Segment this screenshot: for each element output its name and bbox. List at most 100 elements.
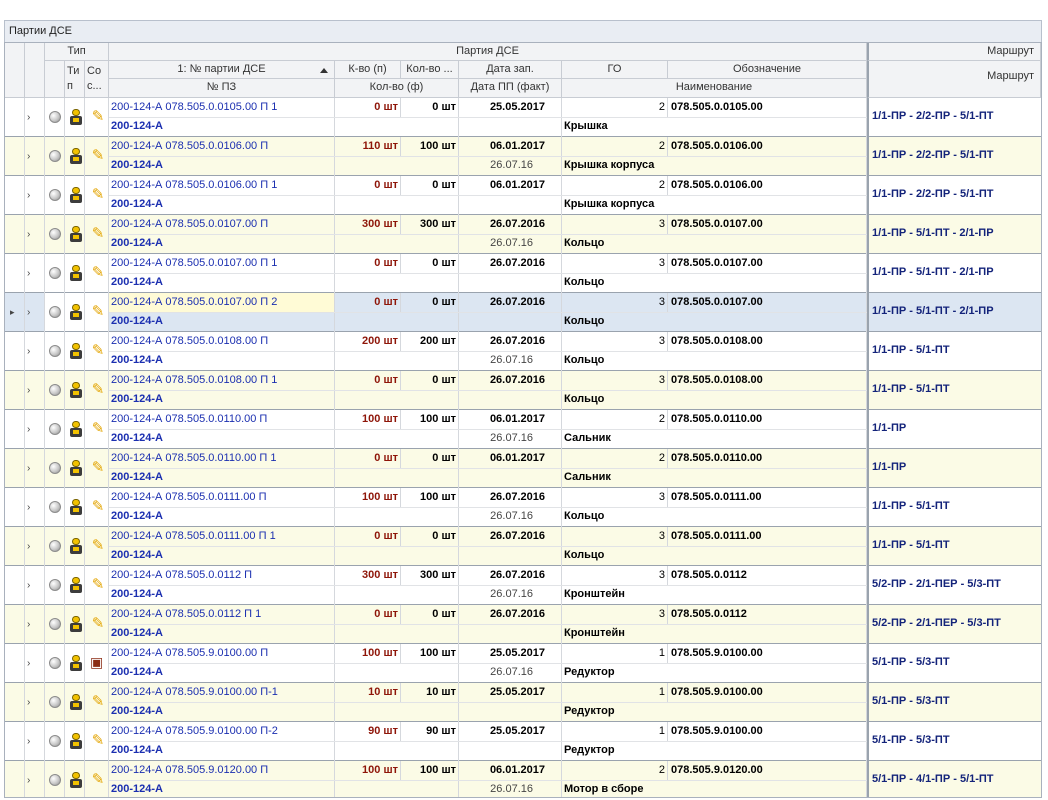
col-header-kolvo-f[interactable]: Кол-во (ф) (335, 79, 459, 98)
row-divider (5, 332, 25, 371)
table-row[interactable]: › ✎ 200-124-А 078.505.0.0110.00 П 200-124-А… (5, 410, 1041, 449)
expand-chevron-icon[interactable]: › (27, 541, 30, 552)
partiya-number[interactable]: 200-124-А 078.505.0.0111.00 П 1 (111, 530, 333, 542)
expand-chevron-icon[interactable]: › (27, 580, 30, 591)
pencil-icon[interactable]: ✎ (89, 147, 107, 165)
pencil-icon[interactable]: ✎ (89, 381, 107, 399)
expand-chevron-icon[interactable]: › (27, 346, 30, 357)
partiya-number[interactable]: 200-124-А 078.505.0.0112 П 1 (111, 608, 333, 620)
pencil-icon[interactable]: ✎ (89, 264, 107, 282)
partiya-number[interactable]: 200-124-А 078.505.0.0111.00 П (111, 491, 333, 503)
marshrut-value: 5/1-ПР - 4/1-ПР - 5/1-ПТ (872, 773, 994, 785)
col-header-nomer-partii-label: 1: № партии ДСЕ (177, 63, 266, 75)
tip-group-header[interactable]: Тип (45, 43, 109, 61)
expand-chevron-icon[interactable]: › (27, 268, 30, 279)
table-row[interactable]: › ✎ 200-124-А 078.505.0.0112 П 1 200-124-А 0… (5, 605, 1041, 644)
table-row[interactable]: › ✎ 200-124-А 078.505.0.0107.00 П 200-124-А… (5, 215, 1041, 254)
table-row[interactable]: › ▣ 200-124-А 078.505.9.0100.00 П 200-124-А… (5, 644, 1041, 683)
partiya-number[interactable]: 200-124-А 078.505.0.0106.00 П (111, 140, 333, 152)
pencil-icon[interactable]: ✎ (89, 186, 107, 204)
partiya-number[interactable]: 200-124-А 078.505.9.0100.00 П (111, 647, 333, 659)
partiya-number[interactable]: 200-124-А 078.505.9.0100.00 П-2 (111, 725, 333, 737)
marshrut-group-header[interactable]: Маршрут (867, 43, 1041, 61)
pencil-icon[interactable]: ✎ (89, 615, 107, 633)
pencil-icon[interactable]: ✎ (89, 303, 107, 321)
expand-chevron-icon[interactable]: › (27, 151, 30, 162)
expand-chevron-icon[interactable]: › (27, 229, 30, 240)
table-row[interactable]: › ✎ 200-124-А 078.505.0.0107.00 П 1 200-124… (5, 254, 1041, 293)
partiya-number[interactable]: 200-124-А 078.505.0.0108.00 П (111, 335, 333, 347)
col-header-naimenovanie[interactable]: Наименование (562, 79, 867, 98)
pz-number: 200-124-А (111, 666, 163, 678)
table-row[interactable]: › ✎ 200-124-А 078.505.0.0108.00 П 200-124-А… (5, 332, 1041, 371)
table-row[interactable]: › ✎ 200-124-А 078.505.9.0100.00 П-2 200-124… (5, 722, 1041, 761)
table-row[interactable]: › ✎ 200-124-А 078.505.0.0106.00 П 1 200-124… (5, 176, 1041, 215)
table-row[interactable]: › ✎ 200-124-А 078.505.0.0110.00 П 1 200-124… (5, 449, 1041, 488)
table-row[interactable]: › ✎ 200-124-А 078.505.9.0100.00 П-1 200-124… (5, 683, 1041, 722)
expand-chevron-icon[interactable]: › (27, 112, 30, 123)
expand-chevron-icon[interactable]: › (27, 463, 30, 474)
pencil-icon[interactable]: ✎ (89, 108, 107, 126)
pencil-icon[interactable]: ✎ (89, 576, 107, 594)
col-header-kolvo[interactable]: Кол-во ... (401, 61, 459, 79)
ball-icon (49, 579, 61, 591)
table-row[interactable]: › ✎ 200-124-А 078.505.0.0112 П 200-124-А 300… (5, 566, 1041, 605)
col-header-tip[interactable]: Ти п (65, 61, 85, 98)
row-divider (5, 644, 25, 683)
table-row[interactable]: ▸ › ✎ 200-124-А 078.505.0.0107.00 П 2 200-12… (5, 293, 1041, 332)
expand-chevron-icon[interactable]: › (27, 619, 30, 630)
box-icon[interactable]: ▣ (90, 655, 104, 669)
pencil-icon[interactable]: ✎ (89, 693, 107, 711)
expand-chevron-icon[interactable]: › (27, 697, 30, 708)
pencil-icon[interactable]: ✎ (89, 225, 107, 243)
partiya-number[interactable]: 200-124-А 078.505.9.0100.00 П-1 (111, 686, 333, 698)
pencil-icon[interactable]: ✎ (89, 537, 107, 555)
pz-number: 200-124-А (111, 120, 163, 132)
pencil-icon[interactable]: ✎ (89, 498, 107, 516)
pencil-icon[interactable]: ✎ (89, 459, 107, 477)
expand-chevron-icon[interactable]: › (27, 658, 30, 669)
expand-chevron-icon[interactable]: › (27, 424, 30, 435)
expand-chevron-icon[interactable]: › (27, 736, 30, 747)
worker-icon (69, 538, 83, 554)
expand-chevron-icon[interactable]: › (27, 502, 30, 513)
col-header-marshrut[interactable]: Маршрут (867, 61, 1041, 98)
table-row[interactable]: › ✎ 200-124-А 078.505.0.0111.00 П 1 200-124… (5, 527, 1041, 566)
kvo-p-value: 0 шт (374, 374, 398, 386)
partiya-number[interactable]: 200-124-А 078.505.0.0107.00 П (111, 218, 333, 230)
table-row[interactable]: › ✎ 200-124-А 078.505.0.0105.00 П 1 200-124… (5, 98, 1041, 137)
partiya-group-header[interactable]: Партия ДСЕ (109, 43, 867, 61)
col-header-sostoyanie[interactable]: Со с... (85, 61, 109, 98)
pencil-icon[interactable]: ✎ (89, 342, 107, 360)
partiya-number[interactable]: 200-124-А 078.505.0.0110.00 П 1 (111, 452, 333, 464)
table-row[interactable]: › ✎ 200-124-А 078.505.9.0120.00 П 200-124-А… (5, 761, 1041, 797)
partiya-number[interactable]: 200-124-А 078.505.0.0112 П (111, 569, 333, 581)
partiya-number[interactable]: 200-124-А 078.505.0.0105.00 П 1 (111, 101, 333, 113)
table-row[interactable]: › ✎ 200-124-А 078.505.0.0108.00 П 1 200-124… (5, 371, 1041, 410)
partiya-number[interactable]: 200-124-А 078.505.0.0108.00 П 1 (111, 374, 333, 386)
partiya-number[interactable]: 200-124-А 078.505.0.0107.00 П 2 (111, 296, 333, 308)
expand-chevron-icon[interactable]: › (27, 775, 30, 786)
col-header-nomer-partii[interactable]: 1: № партии ДСЕ (109, 61, 335, 79)
expand-chevron-icon[interactable]: › (27, 307, 30, 318)
pencil-icon[interactable]: ✎ (89, 771, 107, 789)
partiya-number[interactable]: 200-124-А 078.505.0.0107.00 П 1 (111, 257, 333, 269)
col-header-kvo-p[interactable]: К-во (п) (335, 61, 401, 79)
col-header-nomer-pz[interactable]: № ПЗ (109, 79, 335, 98)
pencil-icon[interactable]: ✎ (89, 732, 107, 750)
col-header-oboznachenie[interactable]: Обозначение (668, 61, 867, 79)
expand-chevron-icon[interactable]: › (27, 385, 30, 396)
oboznachenie-value: 078.505.0.0110.00 (671, 413, 763, 425)
expand-chevron-icon[interactable]: › (27, 190, 30, 201)
table-row[interactable]: › ✎ 200-124-А 078.505.0.0106.00 П 200-124-А… (5, 137, 1041, 176)
partiya-number[interactable]: 200-124-А 078.505.0.0110.00 П (111, 413, 333, 425)
row-divider (5, 449, 25, 488)
col-header-data-zap[interactable]: Дата зап. (459, 61, 562, 79)
table-row[interactable]: › ✎ 200-124-А 078.505.0.0111.00 П 200-124-А… (5, 488, 1041, 527)
pencil-icon[interactable]: ✎ (89, 420, 107, 438)
col-header-go[interactable]: ГО (562, 61, 668, 79)
partiya-number[interactable]: 200-124-А 078.505.0.0106.00 П 1 (111, 179, 333, 191)
go-value: 2 (658, 140, 665, 152)
partiya-number[interactable]: 200-124-А 078.505.9.0120.00 П (111, 764, 333, 776)
col-header-data-pp[interactable]: Дата ПП (факт) (459, 79, 562, 98)
